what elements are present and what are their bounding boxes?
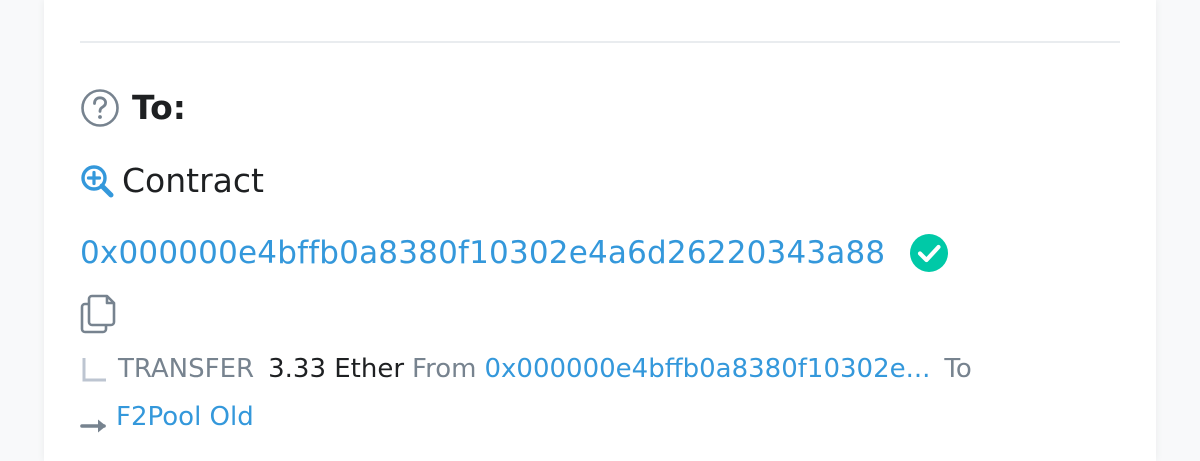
- contract-label: Contract: [122, 161, 264, 200]
- zoom-in-icon[interactable]: [80, 164, 114, 198]
- transfer-recipient-row: F2Pool Old: [80, 396, 254, 438]
- divider: [80, 41, 1120, 43]
- transfer-from-address-link[interactable]: 0x000000e4bffb0a8380f10302e...: [484, 348, 930, 390]
- corner-down-right-icon: [80, 355, 112, 383]
- transaction-card: To: Contract 0x000000e4bffb0a8380f10302e…: [44, 0, 1156, 461]
- copy-icon: [80, 292, 118, 334]
- question-circle-icon[interactable]: [80, 88, 120, 128]
- contract-address-link[interactable]: 0x000000e4bffb0a8380f10302e4a6d26220343a…: [80, 230, 885, 276]
- transfer-from-label: From: [412, 354, 477, 384]
- copy-address-button[interactable]: [80, 292, 120, 334]
- transfer-to-name-link[interactable]: F2Pool Old: [116, 396, 254, 438]
- transfer-type-label: TRANSFER: [118, 354, 255, 384]
- transfer-amount: 3.33 Ether: [268, 354, 405, 384]
- arrow-right-icon: [80, 407, 110, 433]
- contract-address-row: 0x000000e4bffb0a8380f10302e4a6d26220343a…: [80, 230, 949, 276]
- token-transfer-row: TRANSFER 3.33 Ether From 0x000000e4bffb0…: [80, 348, 972, 390]
- to-label: To:: [132, 88, 186, 127]
- contract-row: Contract: [80, 160, 264, 202]
- transfer-to-label: To: [944, 354, 972, 384]
- to-header: To:: [80, 87, 186, 129]
- check-circle-icon: [909, 233, 949, 273]
